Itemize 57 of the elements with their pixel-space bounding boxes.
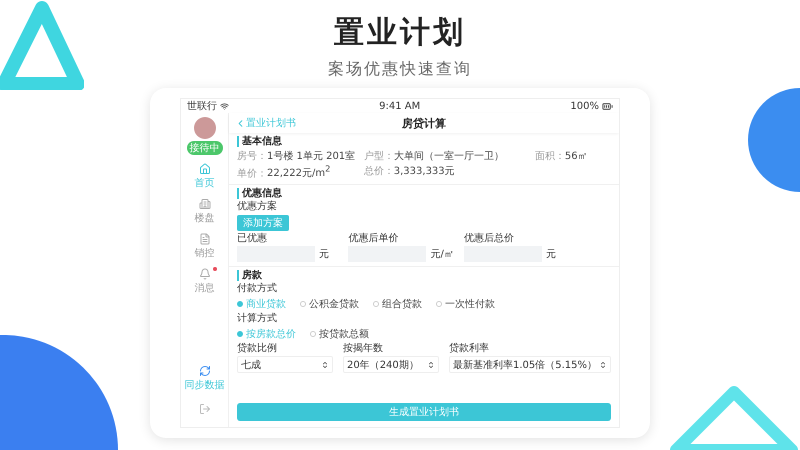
field-label: 计算方式: [237, 313, 278, 326]
unit-label: 元/㎡: [430, 248, 454, 262]
refresh-icon: [198, 365, 210, 377]
status-badge: 接待中: [186, 141, 222, 155]
section-heading: 优惠信息: [237, 188, 611, 200]
screen-title: 房贷计算: [402, 116, 446, 130]
battery-icon: [602, 100, 613, 112]
sidebar-item[interactable]: 消息: [194, 268, 214, 295]
field-label: 按揭年数: [342, 343, 384, 356]
bell-icon: [198, 268, 210, 280]
unread-dot: [212, 267, 216, 271]
section-heading: 基本信息: [237, 136, 611, 147]
select-field[interactable]: 七成: [237, 356, 333, 374]
sidebar-item[interactable]: 销控: [194, 233, 214, 260]
info-field: 房号：1号楼 1单元 201室: [237, 149, 364, 163]
home-icon: [198, 163, 210, 175]
document-icon: [198, 233, 210, 245]
carrier-label: 世联行: [187, 100, 217, 113]
wifi-icon: [220, 102, 229, 110]
section-heading: 房款: [237, 270, 611, 282]
info-field: 单价：22,222元/m$^{2}$: [237, 164, 364, 180]
up-down-arrows-icon: [426, 360, 435, 369]
unit-label: 元: [546, 248, 556, 262]
generate-plan-button[interactable]: 生成置业计划书: [237, 403, 611, 421]
select-field[interactable]: 20年（240期）: [342, 356, 439, 374]
page-subtitle: 案场优惠快速查询: [328, 59, 472, 80]
field-label: 贷款比例: [237, 343, 278, 356]
up-down-arrows-icon: [320, 360, 329, 369]
sidebar-item[interactable]: 首页: [194, 163, 214, 190]
radio-option[interactable]: 公积金贷款: [300, 297, 359, 312]
sidebar-item[interactable]: 楼盘: [194, 198, 214, 225]
battery-label: 100%: [570, 100, 599, 112]
unit-label: 元: [319, 248, 329, 262]
avatar-circle: [194, 117, 216, 139]
field-label: 优惠后单价: [348, 233, 400, 246]
info-field: 总价：3,333,333元: [364, 164, 535, 180]
page-title: 置业计划: [334, 14, 466, 52]
add-plan-button[interactable]: 添加方案: [237, 215, 289, 232]
radio-option[interactable]: 按贷款总额: [310, 327, 369, 342]
radio-option[interactable]: 一次性付款: [436, 297, 495, 312]
back-link[interactable]: 置业计划书: [235, 116, 402, 130]
sync-button[interactable]: 同步数据: [184, 365, 224, 392]
field-label: 优惠方案: [237, 201, 278, 214]
field-label: 优惠后总价: [464, 233, 515, 246]
field-label: 已优惠: [237, 233, 268, 246]
radio-option[interactable]: 商业贷款: [237, 297, 286, 312]
up-down-arrows-icon: [599, 360, 607, 369]
info-field: 面积：56㎡: [534, 149, 611, 163]
logout-icon: [198, 403, 210, 415]
radio-option[interactable]: 组合贷款: [373, 297, 422, 312]
info-field: 户型：大单间（一室一厅一卫）: [364, 149, 535, 163]
building-icon: [198, 198, 210, 210]
field-label: 贷款利率: [448, 343, 490, 356]
select-field[interactable]: 最新基准利率1.05倍（5.15%）: [448, 356, 611, 374]
status-time: 9:41 AM: [379, 100, 420, 112]
field-label: 付款方式: [237, 283, 278, 296]
radio-option[interactable]: 按房款总价: [237, 327, 296, 342]
